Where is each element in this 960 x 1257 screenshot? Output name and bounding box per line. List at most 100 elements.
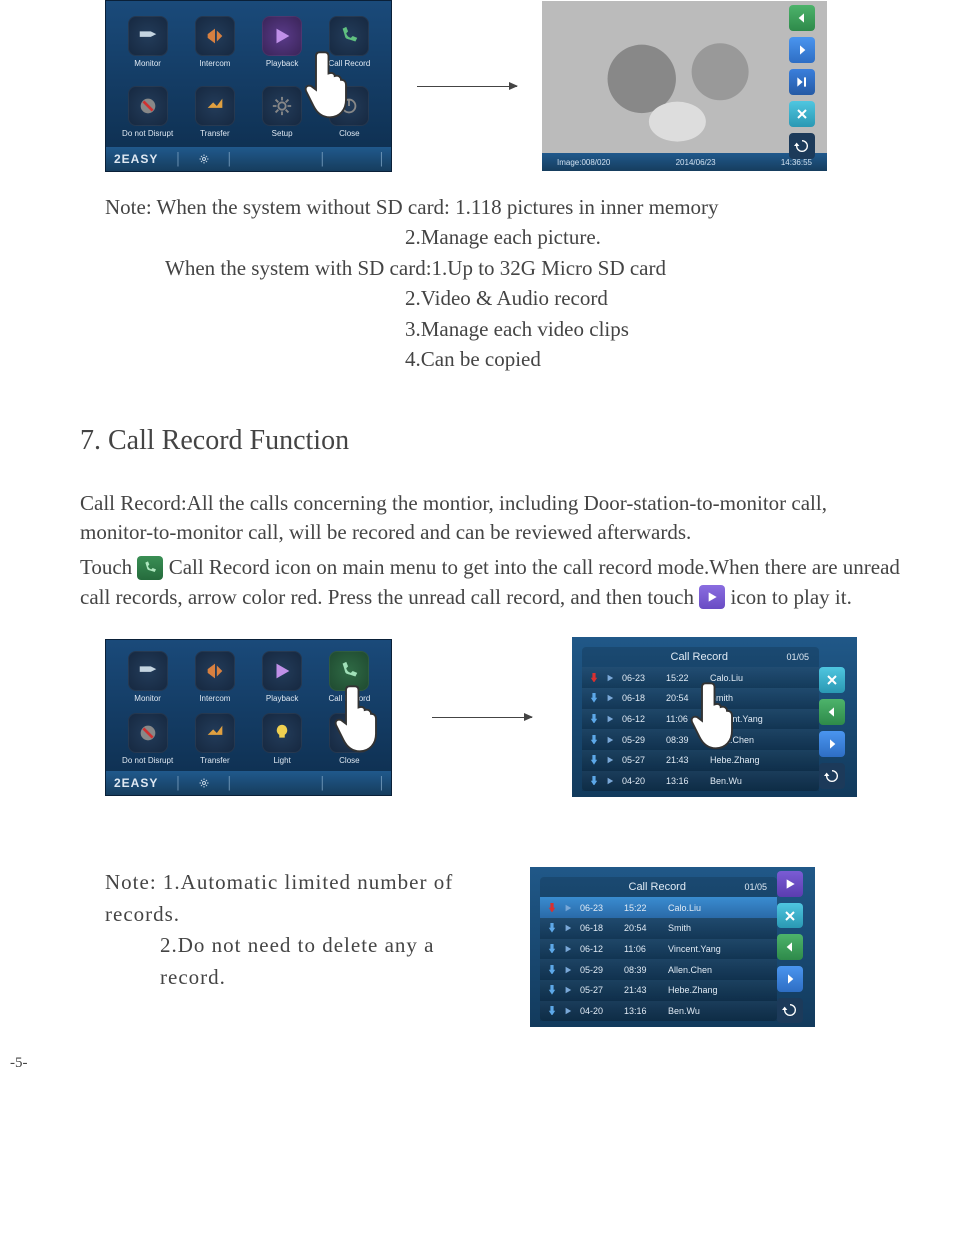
row-date: 04-20 xyxy=(580,1006,616,1016)
page-indicator: 01/05 xyxy=(786,652,809,662)
callrecord-row[interactable]: 04-20 13:16 Ben.Wu xyxy=(540,1001,777,1022)
menu-item-close: Close xyxy=(318,79,381,145)
section-paragraph: Touch Call Record icon on main menu to g… xyxy=(80,553,900,612)
arrow-down-icon xyxy=(590,755,598,765)
next-button[interactable] xyxy=(819,731,845,757)
power-icon xyxy=(329,713,369,753)
play-tri-icon xyxy=(606,736,614,744)
limit-note: Note: 1.Automatic limited number of reco… xyxy=(105,867,475,993)
row-time: 08:39 xyxy=(666,735,702,745)
divider: | xyxy=(380,150,383,168)
panel-title: Call Record xyxy=(570,881,744,893)
power-icon xyxy=(329,86,369,126)
callrecord-icon xyxy=(329,651,369,691)
callrecord-row[interactable]: 05-2721:43Hebe.Zhang xyxy=(582,750,819,771)
callrecord-row[interactable]: 04-2013:16Ben.Wu xyxy=(582,771,819,792)
back-button[interactable] xyxy=(777,998,803,1024)
arrow-connector xyxy=(422,717,542,718)
divider: | xyxy=(321,774,324,792)
prev-button[interactable] xyxy=(789,5,815,31)
image-date: 2014/06/23 xyxy=(676,158,716,167)
play-tri-icon xyxy=(606,694,614,702)
divider: | xyxy=(380,774,383,792)
next-button[interactable] xyxy=(789,37,815,63)
settings-gear-icon xyxy=(198,777,210,789)
callrecord-row[interactable]: 06-1211:06Vincent.Yang xyxy=(582,709,819,730)
menu-item-intercom: Intercom xyxy=(183,648,246,707)
section-paragraph: Call Record:All the calls concerning the… xyxy=(80,489,900,548)
delete-button[interactable] xyxy=(819,667,845,693)
delete-button[interactable] xyxy=(777,903,803,929)
transfer-icon xyxy=(195,713,235,753)
divider: | xyxy=(176,150,179,168)
row-date: 06-18 xyxy=(622,693,658,703)
back-button[interactable] xyxy=(819,763,845,789)
back-button[interactable] xyxy=(789,133,815,159)
camera-icon xyxy=(128,16,168,56)
note-line: 2.Do not need to delete any a record. xyxy=(105,930,475,993)
arrow-connector xyxy=(407,86,527,87)
brand-logo: 2EASY xyxy=(114,152,158,166)
menu-item-monitor: Monitor xyxy=(116,9,179,75)
delete-button[interactable] xyxy=(789,101,815,127)
menu-item-transfer: Transfer xyxy=(183,710,246,769)
arrow-down-icon xyxy=(548,1006,556,1016)
divider: | xyxy=(321,150,324,168)
row-name: Calo.Liu xyxy=(668,903,769,913)
menu-item-monitor: Monitor xyxy=(116,648,179,707)
prev-button[interactable] xyxy=(819,699,845,725)
menu-item-intercom: Intercom xyxy=(183,9,246,75)
gear-icon xyxy=(262,86,302,126)
callrecord-row[interactable]: 05-2908:39Allen.Chen xyxy=(540,959,777,980)
row-date: 06-23 xyxy=(622,673,658,683)
menu-label: Transfer xyxy=(200,756,230,765)
light-icon xyxy=(262,713,302,753)
callrecord-row[interactable]: 06-2315:22Calo.Liu xyxy=(540,897,777,918)
play-tri-icon xyxy=(564,904,572,912)
row-time: 21:43 xyxy=(666,755,702,765)
row-time: 15:22 xyxy=(666,673,702,683)
arrow-down-icon xyxy=(590,735,598,745)
sdcard-note: Note: When the system without SD card: 1… xyxy=(105,192,900,375)
callrecord-list-screenshot: Call Record 01/05 06-2315:22Calo.Liu06-1… xyxy=(572,637,857,797)
callrecord-row[interactable]: 05-2721:43Hebe.Zhang xyxy=(540,980,777,1001)
intercom-icon xyxy=(195,16,235,56)
note-line: 2.Video & Audio record xyxy=(105,283,900,313)
row-time: 11:06 xyxy=(624,944,660,954)
play-pause-button[interactable] xyxy=(789,69,815,95)
menu-label: Close xyxy=(339,129,359,138)
menu-item-light: Light xyxy=(251,710,314,769)
row-date: 06-18 xyxy=(580,923,616,933)
next-button[interactable] xyxy=(777,966,803,992)
prev-button[interactable] xyxy=(777,934,803,960)
section-heading: 7. Call Record Function xyxy=(80,425,900,457)
row-name: Calo.Liu xyxy=(710,673,811,683)
settings-gear-icon xyxy=(198,153,210,165)
dnd-icon xyxy=(128,713,168,753)
menu-label: Do not Disrupt xyxy=(122,756,173,765)
play-button[interactable] xyxy=(777,871,803,897)
menu-item-setup: Setup xyxy=(251,79,314,145)
callrecord-inline-icon xyxy=(137,556,163,580)
row-date: 06-23 xyxy=(580,903,616,913)
callrecord-selected-screenshot: Call Record 01/05 06-2315:22Calo.Liu06-1… xyxy=(530,867,815,1027)
row-name: Ben.Wu xyxy=(668,1006,769,1016)
callrecord-row[interactable]: 06-1820:54Smith xyxy=(540,918,777,939)
callrecord-icon xyxy=(329,16,369,56)
menu-label: Setup xyxy=(272,129,293,138)
callrecord-row[interactable]: 06-1820:54Smith xyxy=(582,688,819,709)
note-line: Note: When the system without SD card: 1… xyxy=(105,192,900,222)
menu-item-playback: Playback xyxy=(251,648,314,707)
row-time: 21:43 xyxy=(624,985,660,995)
note-line: 3.Manage each video clips xyxy=(105,314,900,344)
callrecord-row[interactable]: 06-23 15:22 Calo.Liu xyxy=(582,667,819,688)
callrecord-row[interactable]: 06-1211:06Vincent.Yang xyxy=(540,939,777,960)
camera-icon xyxy=(128,651,168,691)
callrecord-row[interactable]: 05-2908:39Allen.Chen xyxy=(582,729,819,750)
divider: | xyxy=(228,150,231,168)
note-line: When the system with SD card:1.Up to 32G… xyxy=(105,253,900,283)
row-date: 05-27 xyxy=(622,755,658,765)
play-tri-icon xyxy=(564,924,572,932)
row-time: 13:16 xyxy=(624,1006,660,1016)
note-line: 2.Manage each picture. xyxy=(105,222,900,252)
